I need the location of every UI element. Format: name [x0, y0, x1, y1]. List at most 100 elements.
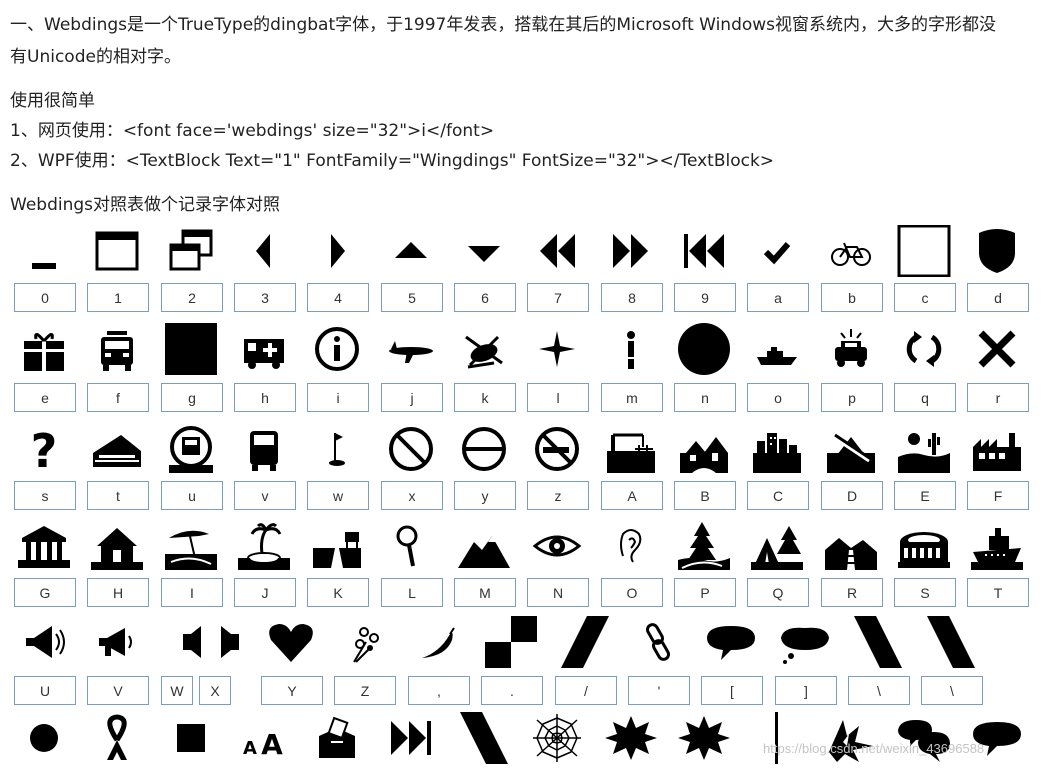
motorway-icon: [305, 520, 369, 572]
char-label: B: [674, 481, 736, 510]
ribbon-icon: [85, 712, 149, 764]
man-icon: [599, 323, 663, 375]
thought-bubble-icon: [773, 616, 837, 668]
char-label: u: [161, 481, 223, 510]
starburst-icon: [599, 712, 663, 764]
desert-icon: [892, 423, 956, 475]
char-label: C: [747, 481, 809, 510]
char-label: h: [234, 383, 296, 412]
bicycle-icon: [819, 225, 883, 277]
intro-line-2: 有Unicode的相对字。: [10, 47, 181, 67]
checkmark-icon: [745, 225, 809, 277]
char-label: g: [161, 383, 223, 412]
char-label: 4: [307, 283, 369, 312]
char-label: i: [307, 383, 369, 412]
close-x-icon: [965, 323, 1029, 375]
char-label: 3: [234, 283, 296, 312]
char-label: e: [14, 383, 76, 412]
houses-icon: [672, 423, 736, 475]
char-label: k: [454, 383, 516, 412]
char-label: l: [527, 383, 589, 412]
char-label: ': [628, 676, 690, 705]
svg-text:A: A: [243, 738, 257, 759]
derelict-house-icon: [819, 423, 883, 475]
minimize-icon: [12, 225, 76, 277]
empty-box-icon: [892, 225, 956, 277]
airplane-icon: [379, 323, 443, 375]
char-label: J: [234, 578, 296, 607]
usage-item-wpf: 2、WPF使用：<TextBlock Text="1" FontFamily="…: [10, 151, 775, 171]
government-building-icon: [12, 520, 76, 572]
triangle-right-icon: [305, 225, 369, 277]
char-label: 0: [14, 283, 76, 312]
char-label: E: [894, 481, 956, 510]
font-size-icon: AA: [232, 712, 296, 764]
backslash-band-icon: [919, 616, 983, 668]
char-label: q: [894, 383, 956, 412]
skip-forward-icon: [379, 712, 443, 764]
filled-square-icon: [159, 323, 223, 375]
prohibited-icon: [379, 423, 443, 475]
char-label: S: [894, 578, 956, 607]
char-label: 6: [454, 283, 516, 312]
beach-icon: [159, 520, 223, 572]
speaker-right-icon: [197, 616, 261, 668]
char-label: Y: [261, 676, 323, 705]
magnifier-icon: [379, 520, 443, 572]
watermark: https://blog.csdn.net/weixin_43696588: [763, 741, 985, 756]
char-label: K: [307, 578, 369, 607]
char-label: b: [821, 283, 883, 312]
char-label: j: [381, 383, 443, 412]
island-icon: [232, 520, 296, 572]
char-label: H: [87, 578, 149, 607]
svg-text:A: A: [261, 728, 283, 761]
helicopter-icon: [452, 323, 516, 375]
usage-item-html: 1、网页使用：<font face='webdings' size="32">i…: [10, 121, 495, 141]
char-label: t: [87, 481, 149, 510]
cruise-ship-icon: [965, 520, 1029, 572]
char-label: X: [199, 676, 231, 705]
police-car-icon: [819, 323, 883, 375]
chat-bubbles-icon: [892, 712, 956, 764]
char-label: c: [894, 283, 956, 312]
forest-icon: [672, 520, 736, 572]
ear-icon: [599, 520, 663, 572]
bus-icon: [232, 423, 296, 475]
char-label: D: [821, 481, 883, 510]
char-label: 1: [87, 283, 149, 312]
char-label: P: [674, 578, 736, 607]
triangle-up-icon: [379, 225, 443, 277]
railway-icon: [819, 520, 883, 572]
char-label: d: [967, 283, 1029, 312]
restore-icon: [159, 225, 223, 277]
ballot-box-icon: [305, 712, 369, 764]
char-label: .: [481, 676, 543, 705]
char-label: I: [161, 578, 223, 607]
char-label: ]: [775, 676, 837, 705]
char-label: [: [701, 676, 763, 705]
intro-line-1: 一、Webdings是一个TrueType的dingbat字体，于1997年发表…: [10, 15, 997, 35]
triangle-down-icon: [452, 225, 516, 277]
factory-icon: [965, 423, 1029, 475]
chain-link-icon: [626, 616, 690, 668]
golf-flag-icon: [305, 423, 369, 475]
char-label: n: [674, 383, 736, 412]
fast-forward-icon: [599, 225, 663, 277]
char-label: \: [921, 676, 983, 705]
char-label: M: [454, 578, 516, 607]
heart-icon: [259, 616, 323, 668]
fire-truck-icon: [85, 323, 149, 375]
slash-band-icon: [553, 616, 617, 668]
char-label: T: [967, 578, 1029, 607]
no-smoking-icon: [525, 423, 589, 475]
char-label: f: [87, 383, 149, 412]
char-label: a: [747, 283, 809, 312]
char-label: Q: [747, 578, 809, 607]
subway-icon: [159, 423, 223, 475]
char-label: \: [848, 676, 910, 705]
char-label: 5: [381, 283, 443, 312]
home-icon: [85, 520, 149, 572]
char-label: R: [821, 578, 883, 607]
char-label: Z: [334, 676, 396, 705]
triangle-left-icon: [232, 225, 296, 277]
